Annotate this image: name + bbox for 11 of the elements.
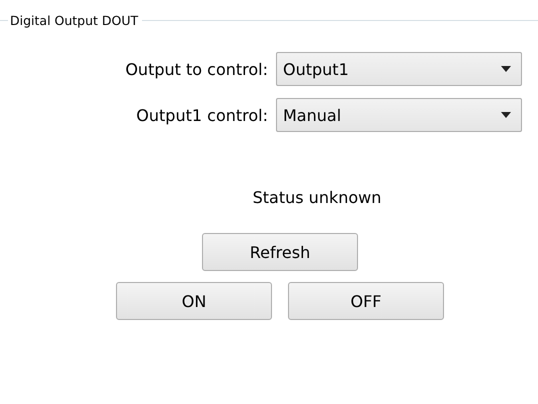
dropdown[interactable]: Manual (276, 98, 522, 132)
toggle-button[interactable]: ON (116, 282, 272, 320)
group-title: Digital Output DOUT (10, 12, 138, 28)
caret-icon (501, 66, 511, 72)
status-text: Status unknown (252, 188, 382, 207)
field-label: Output1 control: (136, 106, 268, 124)
dropdown[interactable]: Output1 (276, 52, 522, 86)
refresh-button[interactable]: Refresh (202, 233, 358, 271)
caret-icon (501, 112, 511, 118)
field-label: Output to control: (125, 60, 268, 78)
toggle-button[interactable]: OFF (288, 282, 444, 320)
